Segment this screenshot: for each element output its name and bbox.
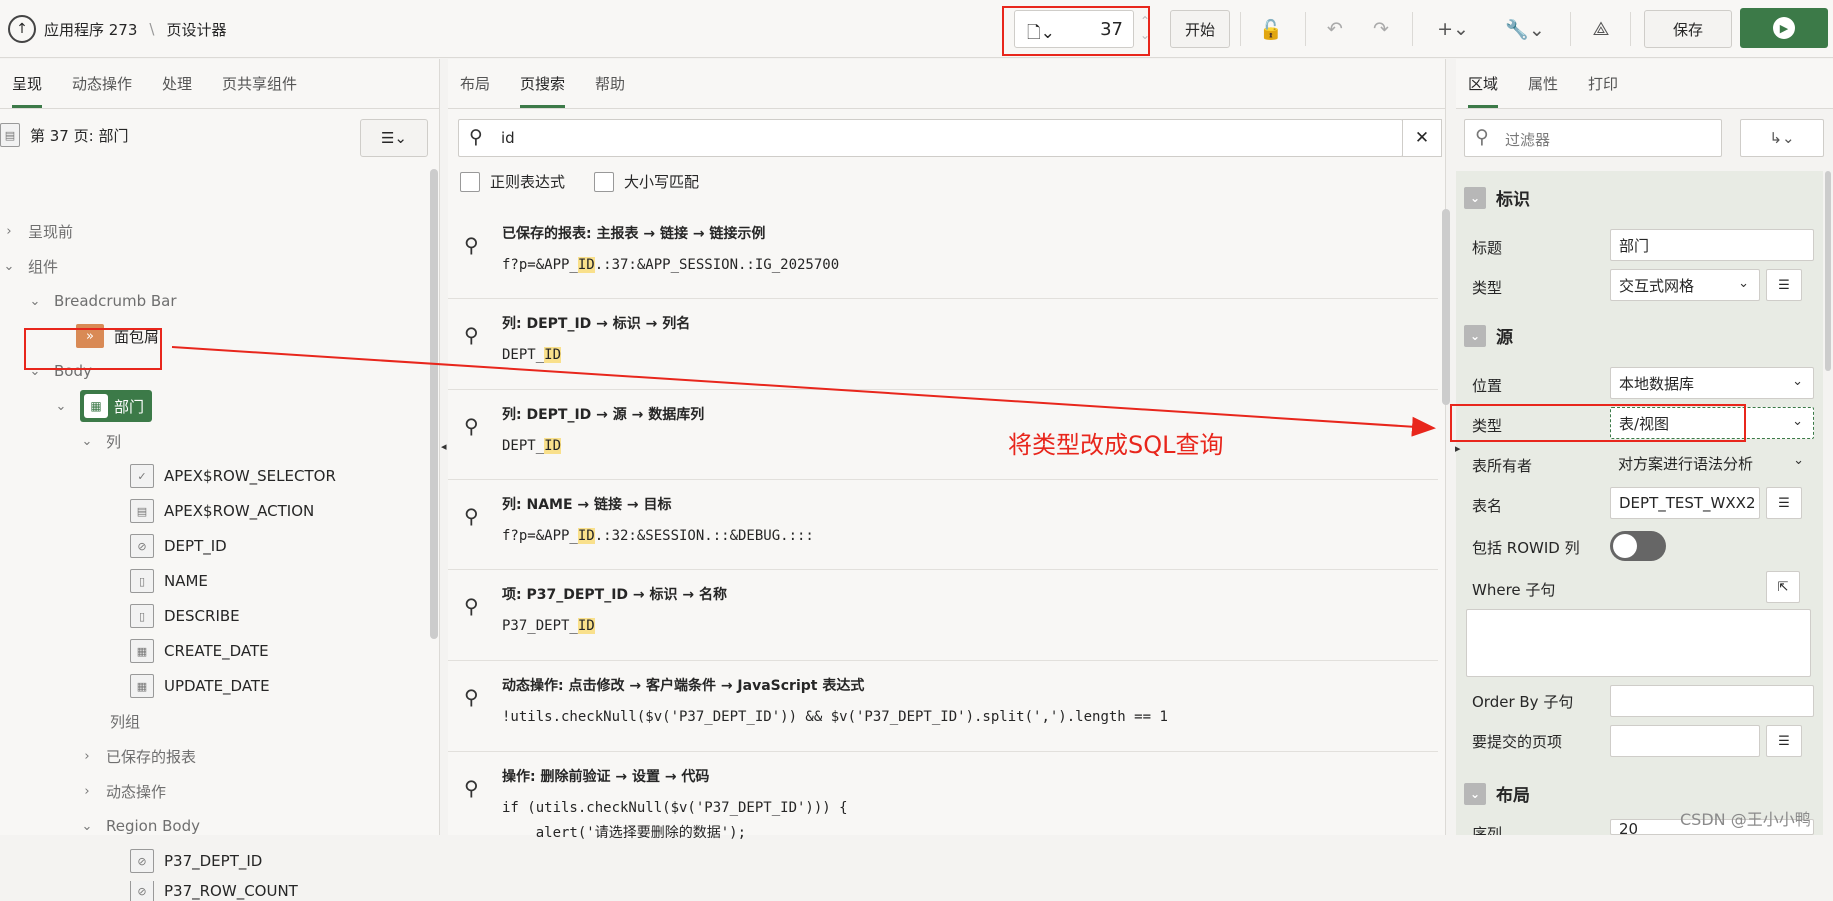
tree-node-item[interactable]: ⊘ P37_ROW_COUNT <box>130 881 298 901</box>
hidden-eye-icon: ⊘ <box>130 881 154 901</box>
annotation-text: 将类型改成SQL查询 <box>1008 431 1224 459</box>
tree-label: P37_ROW_COUNT <box>164 882 298 900</box>
annotation-arrow <box>171 346 1436 437</box>
watermark: CSDN @王小小鸭 <box>1680 810 1811 829</box>
hidden-eye-icon: ⊘ <box>130 849 154 873</box>
tree-label: P37_DEPT_ID <box>164 852 263 870</box>
tree-node-item[interactable]: ⊘ P37_DEPT_ID <box>130 847 262 875</box>
